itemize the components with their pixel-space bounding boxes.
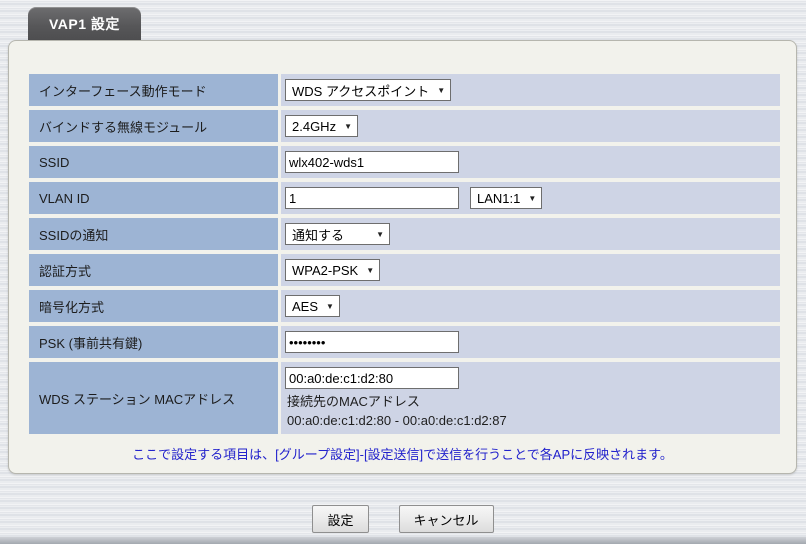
table-row-auth-method: 認証方式 WPA2-PSK ▼ xyxy=(29,254,780,286)
cancel-button[interactable]: キャンセル xyxy=(398,505,494,533)
selected-value: LAN1:1 xyxy=(477,190,521,206)
table-row-wireless-module: バインドする無線モジュール 2.4GHz ▼ xyxy=(29,110,780,142)
table-row-vlan-id: VLAN ID LAN1:1 ▼ xyxy=(29,182,780,214)
selected-value: 通知する xyxy=(292,227,345,243)
button-bar: 設定 キャンセル xyxy=(0,505,806,533)
chevron-down-icon: ▼ xyxy=(528,193,537,203)
psk-input[interactable] xyxy=(285,331,459,353)
row-label: 暗号化方式 xyxy=(29,290,278,322)
table-row-wds-mac: WDS ステーション MACアドレス 接続先のMACアドレス 00:a0:de:… xyxy=(29,362,780,434)
chevron-down-icon: ▼ xyxy=(437,85,446,95)
table-row-psk: PSK (事前共有鍵) xyxy=(29,326,780,358)
row-label: VLAN ID xyxy=(29,182,278,214)
chevron-down-icon: ▼ xyxy=(344,121,352,131)
selected-value: AES xyxy=(292,298,319,314)
settings-table: インターフェース動作モード WDS アクセスポイント ▼ バインドする無線モジュ… xyxy=(29,74,780,438)
bottom-edge-bar xyxy=(0,537,806,544)
mac-helper-text: 接続先のMACアドレス xyxy=(287,394,420,409)
tab-title: VAP1 設定 xyxy=(49,15,120,32)
row-label: インターフェース動作モード xyxy=(29,74,278,106)
selected-value: WDS アクセスポイント xyxy=(292,83,430,99)
chevron-down-icon: ▼ xyxy=(376,229,384,239)
submit-button[interactable]: 設定 xyxy=(312,505,369,533)
interface-mode-select[interactable]: WDS アクセスポイント ▼ xyxy=(285,79,452,101)
table-row-encryption: 暗号化方式 AES ▼ xyxy=(29,290,780,322)
chevron-down-icon: ▼ xyxy=(326,301,334,311)
chevron-down-icon: ▼ xyxy=(366,265,375,275)
table-row-interface-mode: インターフェース動作モード WDS アクセスポイント ▼ xyxy=(29,74,780,106)
auth-method-select[interactable]: WPA2-PSK ▼ xyxy=(285,259,381,281)
row-label: SSID xyxy=(29,146,278,178)
row-label: SSIDの通知 xyxy=(29,218,278,250)
vlan-lan-select[interactable]: LAN1:1 ▼ xyxy=(470,187,543,209)
vlan-id-input[interactable] xyxy=(285,187,459,209)
selected-value: WPA2-PSK xyxy=(292,262,359,278)
mac-range-text: 00:a0:de:c1:d2:80 - 00:a0:de:c1:d2:87 xyxy=(287,413,507,428)
table-row-ssid: SSID xyxy=(29,146,780,178)
selected-value: 2.4GHz xyxy=(292,118,337,134)
wds-mac-input[interactable] xyxy=(285,367,459,389)
row-label: PSK (事前共有鍵) xyxy=(29,326,278,358)
apply-note: ここで設定する項目は、[グループ設定]-[設定送信]で送信を行うことで各APに反… xyxy=(132,447,673,462)
wireless-module-select[interactable]: 2.4GHz ▼ xyxy=(285,115,358,137)
table-row-ssid-broadcast: SSIDの通知 通知する ▼ xyxy=(29,218,780,250)
tab-vap1-settings[interactable]: VAP1 設定 xyxy=(28,7,141,40)
ssid-broadcast-select[interactable]: 通知する ▼ xyxy=(285,223,390,245)
row-label: バインドする無線モジュール xyxy=(29,110,278,142)
ssid-input[interactable] xyxy=(285,151,459,173)
encryption-select[interactable]: AES ▼ xyxy=(285,295,340,317)
row-label: WDS ステーション MACアドレス xyxy=(29,362,278,434)
settings-panel: インターフェース動作モード WDS アクセスポイント ▼ バインドする無線モジュ… xyxy=(8,40,797,474)
row-label: 認証方式 xyxy=(29,254,278,286)
